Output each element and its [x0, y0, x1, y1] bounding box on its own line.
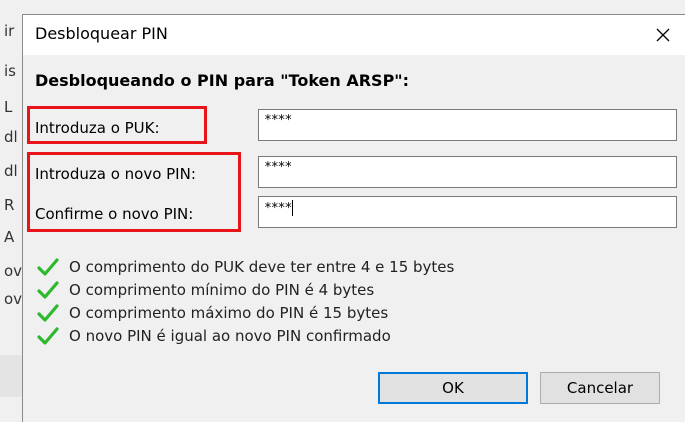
background-text: A — [4, 228, 15, 246]
highlight-box-pin — [27, 152, 241, 232]
title-bar: Desbloquear PIN — [23, 15, 685, 55]
background-text: R — [4, 196, 15, 214]
list-item: O comprimento máximo do PIN é 15 bytes — [37, 301, 454, 324]
list-item: O comprimento do PUK deve ter entre 4 e … — [37, 255, 454, 278]
checkmark-icon — [37, 280, 59, 299]
check-text: O novo PIN é igual ao novo PIN confirmad… — [69, 326, 391, 345]
close-icon — [656, 28, 670, 42]
text-caret — [292, 200, 294, 216]
confirm-pin-input[interactable]: **** — [258, 196, 677, 228]
background-text: is — [4, 62, 16, 80]
puk-value: **** — [264, 113, 292, 128]
ok-button[interactable]: OK — [378, 372, 528, 404]
cancel-button[interactable]: Cancelar — [540, 372, 660, 404]
background-text: dl — [4, 128, 18, 146]
background-text: ov — [4, 290, 23, 308]
background-text: ov — [4, 262, 23, 280]
checkmark-icon — [37, 257, 59, 276]
unblock-pin-dialog: Desbloquear PIN Desbloqueando o PIN para… — [22, 14, 685, 422]
check-text: O comprimento mínimo do PIN é 4 bytes — [69, 280, 375, 299]
close-button[interactable] — [640, 15, 685, 55]
highlight-box-puk — [27, 106, 207, 144]
background-text: ir — [4, 22, 15, 40]
check-text: O comprimento máximo do PIN é 15 bytes — [69, 303, 389, 322]
check-text: O comprimento do PUK deve ter entre 4 e … — [69, 257, 455, 276]
puk-input[interactable]: **** — [258, 109, 677, 141]
validation-checklist: O comprimento do PUK deve ter entre 4 e … — [37, 255, 454, 347]
background-text: L — [4, 98, 13, 116]
new-pin-input[interactable]: **** — [258, 156, 677, 188]
background-text: dl — [4, 162, 18, 180]
list-item: O novo PIN é igual ao novo PIN confirmad… — [37, 324, 454, 347]
confirm-pin-value: **** — [264, 201, 292, 216]
dialog-title: Desbloquear PIN — [35, 24, 168, 43]
checkmark-icon — [37, 303, 59, 322]
list-item: O comprimento mínimo do PIN é 4 bytes — [37, 278, 454, 301]
checkmark-icon — [37, 326, 59, 345]
dialog-heading: Desbloqueando o PIN para "Token ARSP": — [35, 71, 410, 90]
new-pin-value: **** — [264, 160, 292, 175]
